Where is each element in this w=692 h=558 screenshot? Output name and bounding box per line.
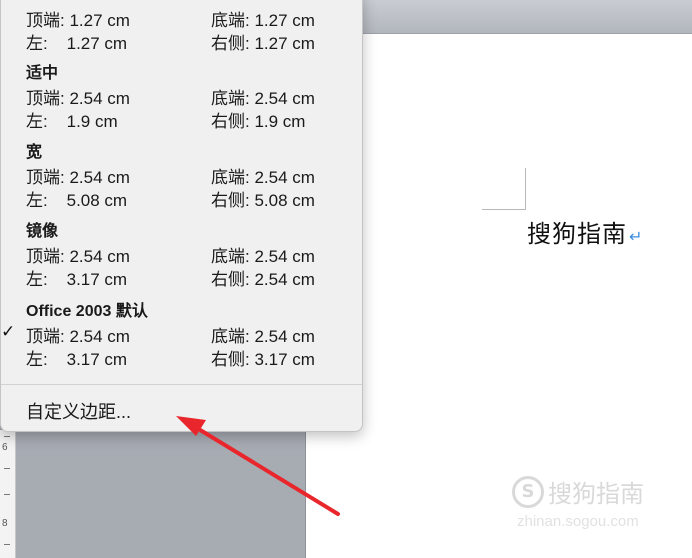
annotation-arrow-icon <box>176 416 340 516</box>
arrow-shaft <box>190 423 340 516</box>
